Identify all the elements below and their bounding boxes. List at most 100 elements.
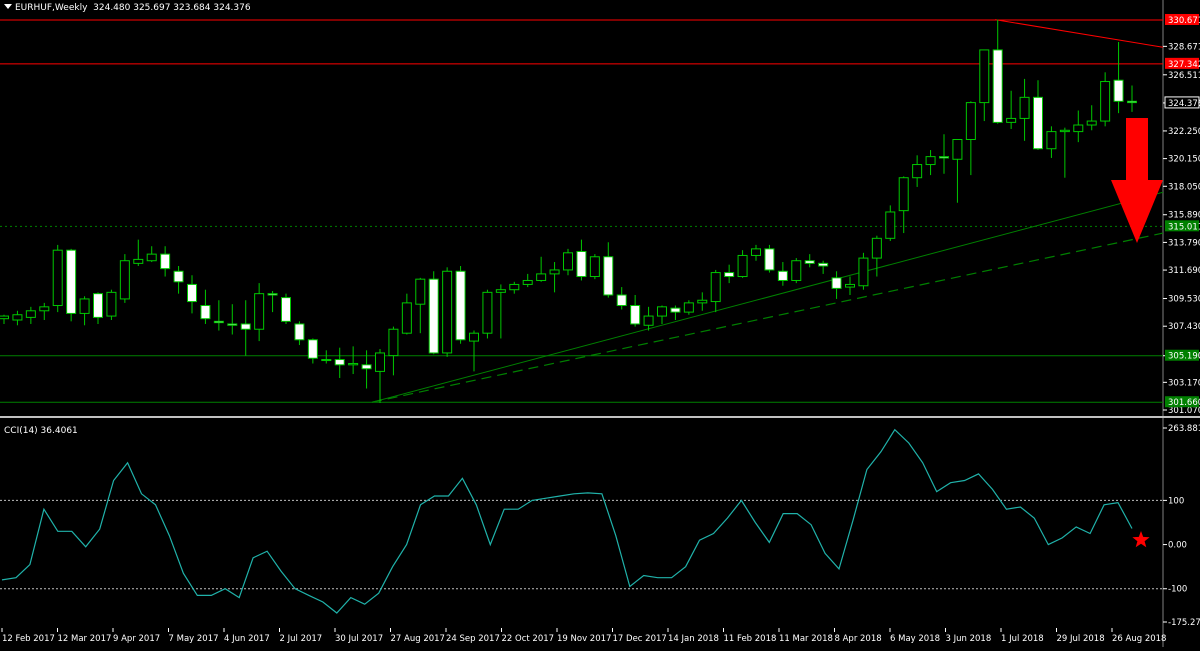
candle-body-bull [589,256,600,278]
time-tick-label: 30 Jul 2017 [335,634,383,644]
candle-body-bull [12,314,23,321]
candle-body-bull [119,260,130,300]
candle-body-bear [777,270,788,281]
candle-body-bear [93,293,103,318]
candle-body-bull [885,211,896,239]
candle[interactable] [482,289,493,339]
current-price-text: 324.376 [1168,99,1200,109]
candle-body-bull [845,283,855,288]
time-tick-label: 2 Jul 2017 [280,634,323,644]
chevron-down-icon[interactable] [4,4,12,9]
price-axis: 328.671 326.511 324.376 322.250 320.150 318.0… [1163,13,1200,416]
candle-body-bull [563,252,573,271]
candle-body-bull [254,293,265,330]
candle-body-bull [1006,117,1017,123]
candle-body-bear [576,250,587,278]
candle-body-bull [751,248,761,256]
candle-body-bull [25,310,36,318]
candle[interactable] [281,293,291,324]
candle[interactable] [858,252,869,290]
chart-window[interactable]: 328.671 326.511 324.376 322.250 320.150 318.0… [0,0,1200,647]
time-tick-label: 8 Apr 2018 [835,634,882,644]
candle-body-bull [1086,120,1097,126]
candle-body-bear [603,256,614,296]
price-tick-label: 313.790 [1168,238,1200,248]
candle[interactable] [589,254,600,280]
candle-body-bull [1046,131,1057,150]
candle-body-bull [39,306,50,312]
time-tick-label: 4 Jun 2017 [224,634,270,644]
candle-body-bull [146,253,157,262]
candle-body-bull [912,164,923,179]
candle-body-bull [657,306,667,317]
candle-body-bull [482,291,493,334]
time-tick-label: 29 Jul 2018 [1057,634,1105,644]
time-tick-label: 9 Apr 2017 [113,634,160,644]
candle-body-bull [1100,81,1111,122]
candle-body-bull [979,49,990,104]
candle[interactable] [428,271,439,355]
level-label-resistance: 330.671 [1165,13,1200,26]
candle-body-bull [52,249,63,307]
chart-canvas[interactable]: 328.671 326.511 324.376 322.250 320.150 318.0… [0,0,1200,647]
price-tick-label: 307.430 [1168,322,1200,332]
chart-ohlc: 324.480 325.697 323.684 324.376 [93,3,251,13]
candle-body-bear [1113,79,1124,102]
candle-body-bear [804,260,815,264]
candle-body-bear [173,270,184,283]
candle-body-bull [106,291,117,317]
candle-body-bear [939,156,949,159]
candle-body-bear [334,359,345,366]
candle-body-bull [737,254,748,278]
candle-body-bear [281,297,291,322]
candle-body-bear [66,249,77,314]
level-label-text: 330.671 [1168,16,1200,26]
level-label-text: 305.190 [1168,352,1200,362]
candle-body-bull [321,359,332,362]
price-tick-label: 320.150 [1168,155,1200,165]
candle-body-bull [401,302,412,334]
candle-body-bull [643,315,654,326]
time-tick-label: 3 Jun 2018 [946,634,992,644]
candle-body-bear [294,323,305,341]
candle-body-bull [858,257,869,287]
candle[interactable] [791,258,802,284]
candle[interactable] [442,267,453,357]
candle-body-bull [509,283,520,291]
cci-label: CCI(14) 36.4061 [4,426,78,436]
candle-body-bull [898,177,909,212]
time-tick-label: 1 Jul 2018 [1001,634,1044,644]
time-tick-label: 6 May 2018 [890,634,940,644]
price-tick-label: 315.890 [1168,211,1200,221]
candle-body-bull [442,270,453,354]
time-tick-label: 11 Feb 2018 [724,634,777,644]
cci-tick-label: 0.00 [1168,541,1187,551]
time-tick-label: 12 Feb 2017 [2,634,55,644]
candle-body-bull [536,273,547,281]
price-tick-label: 318.050 [1168,182,1200,192]
level-label-text: 301.660 [1168,398,1200,408]
candle-body-bear [630,305,641,325]
price-tick-label: 326.511 [1168,71,1200,81]
candle[interactable] [52,244,63,313]
cci-tick-label: -175.274 [1168,618,1200,628]
candle[interactable] [66,248,77,322]
price-tick-label: 309.530 [1168,295,1200,305]
level-label-support: 305.190 [1165,349,1200,362]
candle-body-bull [388,328,399,357]
candle-body-bull [952,139,963,160]
candle[interactable] [106,289,117,321]
candle[interactable] [455,265,466,344]
candle-body-bull [0,315,9,320]
candle-body-bear [267,293,278,296]
price-tick-label: 303.170 [1168,378,1200,388]
candle-body-bull [495,289,506,293]
level-label-resistance: 327.342 [1165,57,1200,70]
candle[interactable] [683,300,694,315]
candle[interactable] [119,254,130,303]
candle[interactable] [764,244,775,273]
candle-body-bear [307,339,318,359]
candle-body-bear [213,320,224,324]
time-tick-label: 26 Aug 2018 [1112,634,1166,644]
chart-title[interactable]: EURHUF,Weekly 324.480 325.697 323.684 32… [4,3,251,13]
